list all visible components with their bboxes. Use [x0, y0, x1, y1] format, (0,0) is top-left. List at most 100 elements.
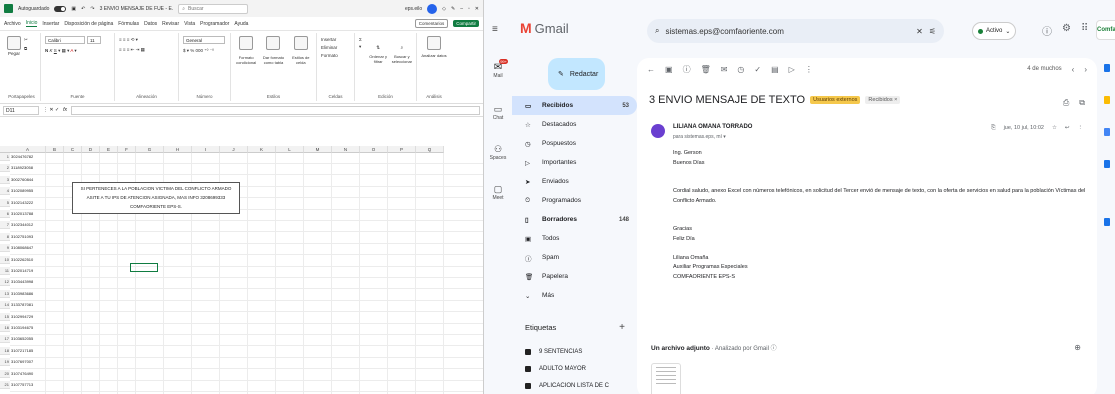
row-header[interactable]: 20 — [0, 369, 10, 378]
column-header[interactable]: C — [64, 146, 82, 153]
save-icon[interactable]: ▣ — [71, 6, 76, 12]
nav-item-programados[interactable]: ⏲ Programados — [512, 191, 637, 210]
row-header[interactable]: 1 — [0, 153, 10, 161]
undo-icon[interactable]: ↶ — [81, 6, 85, 12]
rail-chat[interactable]: ▭ Chat — [489, 104, 507, 121]
reply-icon[interactable]: ↩ — [1065, 125, 1070, 132]
cell-phone-number[interactable]: 3133787081 — [10, 301, 46, 309]
cell-phone-number[interactable]: 3102344012 — [10, 221, 46, 229]
nav-item-enviados[interactable]: ➤ Enviados — [512, 172, 637, 191]
column-header[interactable]: H — [164, 146, 192, 153]
copy-icon[interactable]: ⧉ — [24, 45, 28, 52]
column-header[interactable]: Q — [416, 146, 444, 153]
menu-item[interactable]: Archivo — [4, 21, 21, 27]
move-icon[interactable]: ▤ — [771, 65, 779, 74]
back-icon[interactable]: ← — [647, 65, 655, 74]
clear-search-icon[interactable]: ✕ — [916, 27, 923, 36]
add-on-icon[interactable] — [1104, 218, 1110, 226]
label-item[interactable]: ADULTO MAYOR — [512, 360, 637, 377]
menu-item[interactable]: Ayuda — [234, 21, 248, 27]
row-header[interactable]: 6 — [0, 210, 10, 218]
close-button[interactable]: ✕ — [475, 6, 479, 12]
nav-item-destacados[interactable]: ☆ Destacados — [512, 115, 637, 134]
row-header[interactable]: 18 — [0, 346, 10, 355]
column-header[interactable]: J — [220, 146, 248, 153]
excel-avatar[interactable] — [427, 3, 438, 14]
report-spam-icon[interactable]: ⓘ — [683, 64, 691, 75]
row-header[interactable]: 8 — [0, 232, 10, 241]
cell-phone-number[interactable]: 3102994729 — [10, 313, 46, 321]
row-header[interactable]: 3 — [0, 175, 10, 184]
drive-add-icon[interactable]: ⊕ — [1074, 343, 1081, 352]
row-header[interactable]: 7 — [0, 221, 10, 230]
excel-search-box[interactable]: ⌕ Buscar — [178, 3, 249, 14]
nav-item-spam[interactable]: ⓘ Spam — [512, 248, 637, 267]
column-header[interactable]: F — [118, 146, 136, 153]
label-item[interactable]: 9 SENTENCIAS — [512, 343, 637, 360]
attachment-thumbnail[interactable] — [651, 363, 681, 394]
row-header[interactable]: 13 — [0, 289, 10, 298]
autosum-icon[interactable]: Σ ▾ — [359, 36, 365, 50]
gear-icon[interactable]: ⚙ — [1062, 23, 1071, 38]
nav-item-papelera[interactable]: 🗑 Papelera — [512, 267, 637, 286]
menu-item[interactable]: Datos — [144, 21, 157, 27]
nav-item-pospuestos[interactable]: ◷ Pospuestos — [512, 134, 637, 153]
format-table-button[interactable]: Dar formato como tabla — [262, 55, 284, 65]
cell-phone-number[interactable]: 3108068647 — [10, 244, 46, 252]
cell-phone-number[interactable]: 3118923058 — [10, 164, 46, 172]
pen-icon[interactable]: ✎ — [451, 6, 455, 12]
row-header[interactable]: 19 — [0, 358, 10, 367]
align-bottom-buttons[interactable]: ≡ ≡ ≡ ⇤ ⇥ ▦ — [119, 46, 145, 53]
cell-phone-number[interactable]: 3102013788 — [10, 210, 46, 218]
find-select-button[interactable]: Buscar y seleccionar — [392, 54, 412, 64]
sort-filter-button[interactable]: Ordenar y filtrar — [369, 54, 388, 64]
cut-icon[interactable]: ✂ — [24, 36, 28, 43]
search-icon[interactable]: ⌕ — [655, 26, 659, 36]
search-options-icon[interactable]: ⚟ — [929, 27, 936, 36]
gmail-search-input[interactable]: sistemas.eps@comfaoriente.com — [665, 27, 910, 36]
label-icon[interactable]: ▷ — [789, 65, 795, 74]
rail-mail[interactable]: ✉ 99+ Mail — [489, 59, 508, 79]
row-header[interactable]: 16 — [0, 324, 10, 332]
menu-item[interactable]: Vista — [184, 21, 195, 27]
row-header[interactable]: 12 — [0, 278, 10, 287]
cell-phone-number[interactable]: 3107757713 — [10, 381, 46, 389]
align-top-buttons[interactable]: ≡ ≡ ≡ ⟲ ▾ — [119, 36, 138, 43]
gmail-search-bar[interactable]: ⌕ sistemas.eps@comfaoriente.com ✕ ⚟ — [647, 19, 944, 43]
row-header[interactable]: 2 — [0, 164, 10, 173]
nav-item-m-s[interactable]: ⌄ Más — [512, 286, 637, 305]
column-header[interactable]: G — [136, 146, 164, 153]
rail-meet[interactable]: ▢ Meet — [489, 184, 507, 201]
row-header[interactable]: 14 — [0, 301, 10, 310]
column-header[interactable]: E — [100, 146, 118, 153]
contacts-icon[interactable] — [1104, 160, 1110, 168]
cell-phone-number[interactable]: 3103194675 — [10, 324, 46, 332]
cell-phone-number[interactable]: 3102014719 — [10, 267, 46, 275]
compose-button[interactable]: ✎ Redactar — [548, 58, 605, 90]
row-header[interactable]: 11 — [0, 267, 10, 275]
cell-phone-number[interactable]: 3103443998 — [10, 278, 46, 286]
cell-phone-number[interactable]: 3107476490 — [10, 370, 46, 378]
cell-styles-button[interactable]: Estilos de celda — [290, 55, 312, 65]
formula-input[interactable] — [71, 105, 480, 115]
sender-avatar[interactable] — [651, 124, 665, 138]
inbox-tag[interactable]: Recibidos × — [865, 96, 901, 104]
font-format-buttons[interactable]: N K S ▾ ▦ ▾ A ▾ — [45, 47, 77, 54]
cell-phone-number[interactable]: 3107697007 — [10, 358, 46, 366]
menu-item[interactable]: Revisar — [162, 21, 179, 27]
column-header[interactable]: L — [276, 146, 304, 153]
column-header[interactable]: A — [10, 146, 46, 153]
delete-cells-button[interactable]: Eliminar — [321, 44, 337, 51]
cell-phone-number[interactable]: 3002760844 — [10, 176, 46, 184]
cell-phone-number[interactable]: 3102262510 — [10, 256, 46, 264]
older-icon[interactable]: › — [1084, 65, 1097, 74]
number-format-select[interactable]: General — [183, 36, 225, 44]
font-size-select[interactable]: 11 — [87, 36, 101, 44]
paste-button[interactable]: Pegar — [8, 50, 20, 57]
row-header[interactable]: 17 — [0, 335, 10, 344]
cell-phone-number[interactable]: 3107217185 — [10, 347, 46, 355]
cell-phone-number[interactable]: 3024476782 — [10, 153, 46, 161]
row-header[interactable]: 21 — [0, 381, 10, 389]
column-header[interactable]: I — [192, 146, 220, 153]
gmail-logo[interactable]: M Gmail — [520, 20, 569, 36]
